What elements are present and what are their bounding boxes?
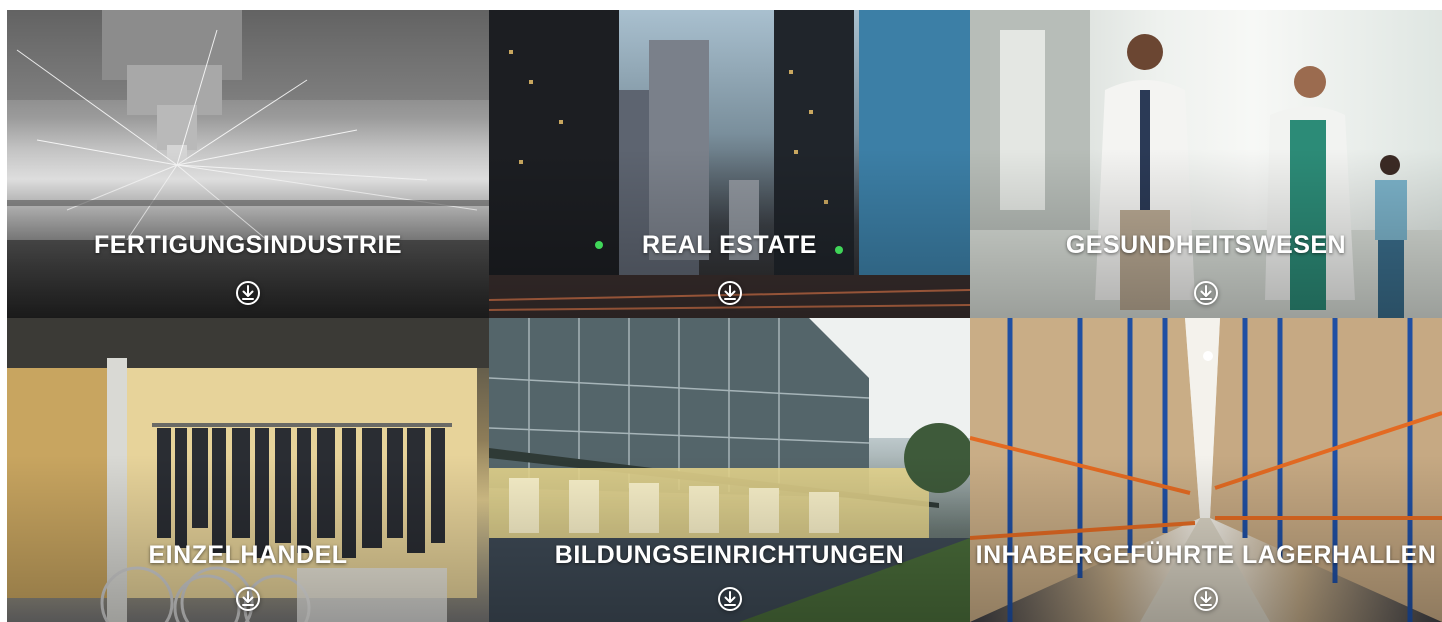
download-icon[interactable] xyxy=(235,280,261,306)
industry-tiles-grid: FERTIGUNGSINDUSTRIE REAL ESTATE GESUNDHE… xyxy=(7,10,1442,622)
tile-retail[interactable]: EINZELHANDEL xyxy=(7,318,489,622)
tile-real-estate[interactable]: REAL ESTATE xyxy=(489,10,970,318)
tile-shade xyxy=(489,318,970,622)
tile-manufacturing[interactable]: FERTIGUNGSINDUSTRIE xyxy=(7,10,489,318)
download-icon[interactable] xyxy=(235,586,261,612)
tile-title: FERTIGUNGSINDUSTRIE xyxy=(93,231,403,259)
tile-education[interactable]: BILDUNGSEINRICHTUNGEN xyxy=(489,318,970,622)
download-icon[interactable] xyxy=(717,280,743,306)
tile-title: REAL ESTATE xyxy=(642,231,817,259)
download-icon[interactable] xyxy=(1193,280,1219,306)
tile-title: INHABERGEFÜHRTE LAGERHALLEN xyxy=(975,541,1437,569)
tile-shade xyxy=(970,10,1442,318)
download-icon[interactable] xyxy=(717,586,743,612)
tile-shade xyxy=(489,10,970,318)
tile-healthcare[interactable]: GESUNDHEITSWESEN xyxy=(970,10,1442,318)
tile-warehouse[interactable]: INHABERGEFÜHRTE LAGERHALLEN xyxy=(970,318,1442,622)
download-icon[interactable] xyxy=(1193,586,1219,612)
tile-title: GESUNDHEITSWESEN xyxy=(1065,231,1347,259)
tile-shade xyxy=(7,318,489,622)
tile-title: BILDUNGSEINRICHTUNGEN xyxy=(554,541,905,569)
tile-shade xyxy=(7,10,489,318)
tile-title: EINZELHANDEL xyxy=(148,541,348,569)
tile-shade xyxy=(970,318,1442,622)
